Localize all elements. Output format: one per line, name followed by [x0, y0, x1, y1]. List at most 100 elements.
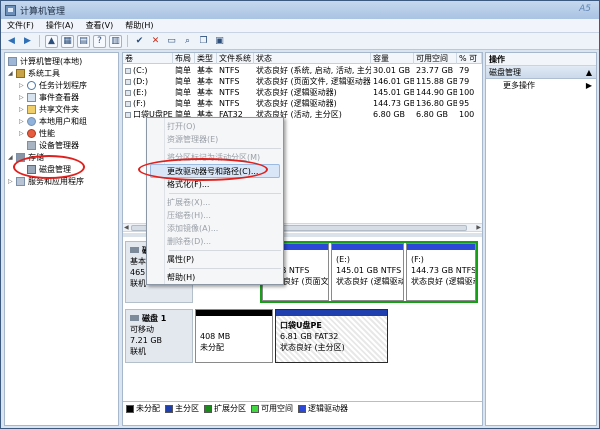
tree-item-label: 性能	[39, 128, 55, 138]
collapse-arrow-icon[interactable]: ◢	[8, 70, 14, 77]
scroll-right-arrow-icon[interactable]: ▶	[476, 224, 481, 231]
column-header-layout[interactable]: 布局	[173, 53, 195, 64]
volume-name: (C:)	[133, 66, 148, 75]
tree-item-root[interactable]: 计算机管理(本地)	[8, 55, 82, 67]
delete-x-icon[interactable]: ✕	[149, 35, 162, 48]
unallocated-space[interactable]: 408 MB 未分配	[195, 309, 273, 363]
tree-item-performance[interactable]: ▷ 性能	[19, 127, 55, 139]
context-menu: 打开(O) 资源管理器(E) 将分区标记为活动分区(M) 更改驱动器号和路径(C…	[146, 117, 284, 285]
column-header-free-space[interactable]: 可用空间	[414, 53, 457, 64]
legend-swatch	[165, 404, 173, 413]
tree-item-event-viewer[interactable]: ▷ 事件查看器	[19, 91, 79, 103]
volume-icon	[125, 79, 131, 85]
column-header-percent-free[interactable]: % 可	[457, 53, 482, 64]
volume-icon	[125, 112, 131, 118]
collapse-arrow-icon[interactable]: ▲	[586, 66, 592, 78]
menu-file[interactable]: 文件(F)	[1, 20, 40, 31]
cell-percent-free: 79	[459, 77, 470, 86]
tree-item-device-manager[interactable]: 设备管理器	[27, 139, 79, 151]
cell-free-space: 144.90 GB	[416, 88, 457, 97]
tree-item-local-users[interactable]: ▷ 本地用户和组	[19, 115, 87, 127]
volume-name: (D:)	[133, 77, 149, 86]
menu-item-delete[interactable]: 删除卷(D)...	[167, 235, 211, 248]
expand-arrow-icon[interactable]: ▷	[19, 118, 25, 125]
partition-pe[interactable]: 口袋U盘PE 6.81 GB FAT32 状态良好 (主分区)	[275, 309, 388, 363]
tree-item-system-tools[interactable]: ◢ 系统工具	[8, 67, 60, 79]
cell-filesystem: NTFS	[219, 66, 240, 75]
menu-item-explore[interactable]: 资源管理器(E)	[167, 133, 218, 146]
cell-free-space: 23.77 GB	[416, 66, 454, 75]
show-hide-tree-icon[interactable]: ▦	[61, 34, 74, 48]
disk-management-highlight-ring	[13, 155, 85, 179]
help-icon[interactable]: ?	[93, 34, 106, 48]
tree-item-shared-folders[interactable]: ▷ 共享文件夹	[19, 103, 79, 115]
tree-item-task-scheduler[interactable]: ▷ 任务计划程序	[19, 79, 87, 91]
collapse-arrow-icon[interactable]: ◢	[8, 154, 14, 161]
expand-arrow-icon[interactable]: ▷	[19, 94, 25, 101]
menu-action[interactable]: 操作(A)	[40, 20, 80, 31]
properties-icon[interactable]: ▤	[77, 34, 90, 48]
menu-item-shrink[interactable]: 压缩卷(H)...	[167, 209, 211, 222]
table-row[interactable]: (E:) 简单 基本 NTFS 状态良好 (逻辑驱动器) 145.01 GB 144.90 …	[123, 87, 482, 98]
copy-icon[interactable]: ❐	[197, 35, 210, 48]
expand-arrow-icon[interactable]: ▷	[8, 178, 14, 185]
forward-arrow-icon[interactable]: ▶	[21, 35, 34, 48]
partition-e[interactable]: (E:) 145.01 GB NTFS 状态良好 (逻辑驱动	[331, 243, 404, 301]
menu-item-extend[interactable]: 扩展卷(X)...	[167, 196, 210, 209]
disk-1-name: 磁盘 1	[142, 314, 167, 323]
search-icon[interactable]: ⌕	[181, 35, 194, 48]
shared-folder-icon	[27, 104, 36, 114]
column-header-volume[interactable]: 卷	[123, 53, 173, 64]
checkmark-icon[interactable]: ✔	[133, 35, 146, 48]
cell-layout: 简单	[175, 66, 191, 75]
cell-type: 基本	[197, 66, 213, 75]
actions-section-label: 磁盘管理	[489, 68, 521, 77]
open-folder-icon[interactable]: ▭	[165, 35, 178, 48]
expand-arrow-icon[interactable]: ▷	[19, 130, 25, 137]
legend-item: 扩展分区	[204, 403, 246, 414]
legend-swatch	[251, 404, 259, 413]
computer-icon	[8, 56, 17, 66]
cell-volume: (E:)	[123, 87, 173, 98]
menu-item-open[interactable]: 打开(O)	[167, 120, 196, 133]
disk-1-label[interactable]: 磁盘 1 可移动 7.21 GB 联机	[125, 309, 193, 363]
column-header-capacity[interactable]: 容量	[371, 53, 414, 64]
cell-percent-free: 95	[459, 99, 470, 108]
disk-1-row: 磁盘 1 可移动 7.21 GB 联机 408 MB 未分配 口袋U盘PE 6.…	[125, 309, 480, 363]
table-row[interactable]: (F:) 简单 基本 NTFS 状态良好 (逻辑驱动器) 144.73 GB 136.80 …	[123, 98, 482, 109]
partition-e-label: (E:)	[336, 255, 350, 264]
partition-f[interactable]: (F:) 144.73 GB NTFS 状态良好 (逻辑驱动	[406, 243, 476, 301]
cell-filesystem: NTFS	[219, 77, 240, 86]
menu-item-help[interactable]: 帮助(H)	[167, 271, 195, 284]
menu-view[interactable]: 查看(V)	[80, 20, 120, 31]
cell-filesystem: NTFS	[219, 88, 240, 97]
table-row[interactable]: (D:) 简单 基本 NTFS 状态良好 (页面文件, 逻辑驱动器) 146.01 GB 1…	[123, 76, 482, 87]
cell-volume: (F:)	[123, 98, 173, 109]
performance-icon	[27, 128, 36, 138]
expand-arrow-icon[interactable]: ▷	[19, 106, 25, 113]
partition-legend: 未分配 主分区 扩展分区 可用空间 逻辑驱动器	[123, 401, 482, 415]
menu-help[interactable]: 帮助(H)	[119, 20, 159, 31]
expand-arrow-icon[interactable]: ▷	[19, 82, 25, 89]
computer-management-icon	[5, 4, 16, 16]
actions-header: 操作	[486, 53, 596, 66]
back-arrow-icon[interactable]: ◀	[5, 35, 18, 48]
actions-section-disk-management[interactable]: 磁盘管理 ▲	[486, 66, 596, 79]
table-row[interactable]: (C:) 简单基本 NTFS 状态良好 (系统, 启动, 活动, 主分区)30.01 …	[123, 65, 482, 76]
column-header-status[interactable]: 状态	[254, 53, 371, 64]
partition-f-info: (F:) 144.73 GB NTFS 状态良好 (逻辑驱动	[407, 250, 475, 287]
up-folder-icon[interactable]: ▲	[45, 34, 58, 48]
column-header-filesystem[interactable]: 文件系统	[217, 53, 254, 64]
cell-capacity: 30.01 GB	[373, 66, 411, 75]
scroll-left-arrow-icon[interactable]: ◀	[124, 224, 129, 231]
more-actions-item[interactable]: 更多操作 ▶	[486, 79, 596, 92]
menu-item-add-mirror[interactable]: 添加镜像(A)...	[167, 222, 218, 235]
grid-view-icon[interactable]: ▥	[109, 34, 122, 48]
volume-table-header: 卷 布局 类型 文件系统 状态 容量 可用空间 % 可	[123, 53, 482, 64]
menu-item-properties[interactable]: 属性(P)	[167, 253, 194, 266]
disk-1-type: 可移动	[130, 325, 154, 334]
partition-f-label: (F:)	[411, 255, 424, 264]
paste-icon[interactable]: ▣	[213, 35, 226, 48]
column-header-type[interactable]: 类型	[195, 53, 217, 64]
cell-capacity: 144.73 GB	[373, 99, 414, 108]
